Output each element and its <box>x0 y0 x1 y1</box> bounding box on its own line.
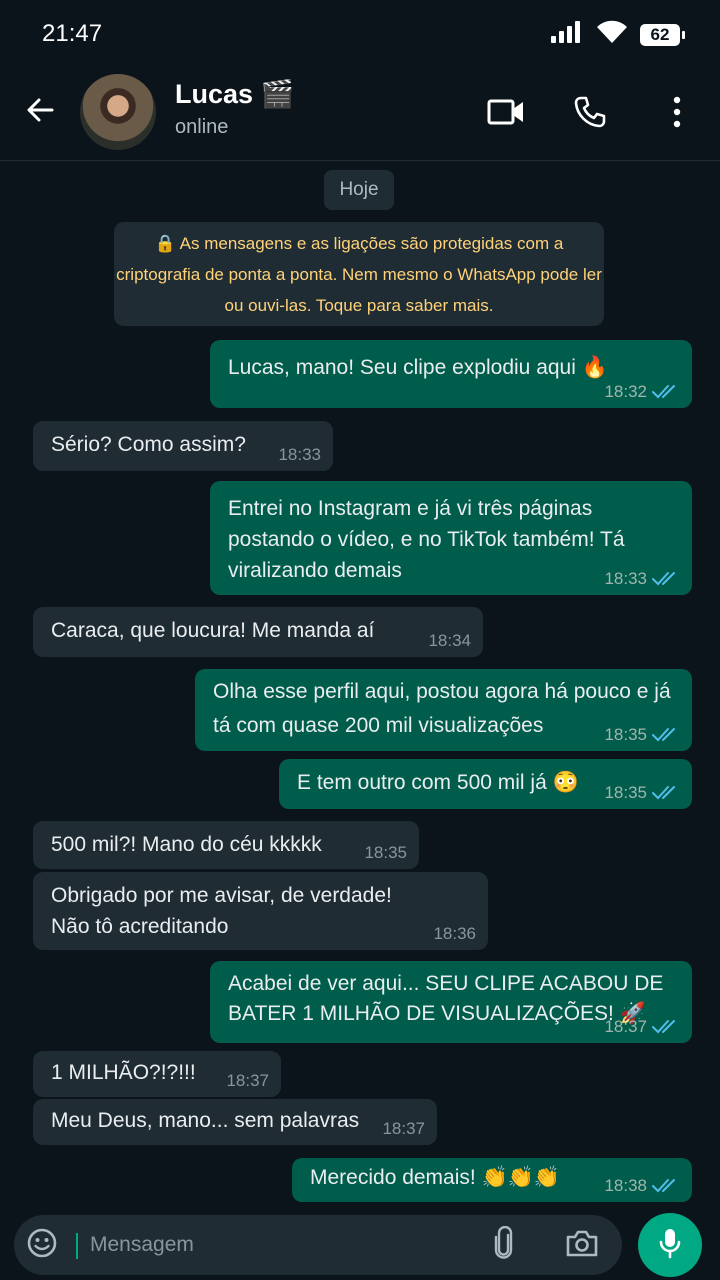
message-meta: 18:37 <box>382 1119 425 1139</box>
back-button[interactable] <box>20 92 60 132</box>
battery-indicator: 62 <box>640 23 685 46</box>
message-time: 18:35 <box>604 783 647 802</box>
message-bubble-incoming[interactable]: Meu Deus, mano... sem palavras 18:37 <box>33 1099 437 1145</box>
status-bar: 21:47 62 <box>0 0 720 68</box>
status-time: 21:47 <box>42 20 103 47</box>
phone-icon <box>573 95 607 134</box>
double-check-icon <box>652 1178 680 1194</box>
microphone-icon <box>657 1227 683 1264</box>
message-time: 18:33 <box>604 569 647 588</box>
double-check-icon <box>652 785 680 801</box>
contact-status: online <box>175 116 229 138</box>
message-time: 18:34 <box>428 631 471 650</box>
message-text: 500 mil?! Mano do céu kkkkk <box>51 833 322 856</box>
emoji-icon <box>26 1227 58 1264</box>
wifi-icon <box>596 20 628 49</box>
double-check-icon <box>652 1019 680 1035</box>
chat-header: Lucas 🎬 online <box>0 68 720 161</box>
message-meta: 18:34 <box>428 631 471 651</box>
message-meta: 18:32 <box>604 382 680 402</box>
menu-button[interactable] <box>655 92 699 136</box>
video-call-button[interactable] <box>484 92 528 136</box>
message-bubble-incoming[interactable]: 1 MILHÃO?!?!!! 18:37 <box>33 1051 281 1097</box>
status-icons: 62 <box>550 20 685 49</box>
message-meta: 18:35 <box>604 725 680 745</box>
message-text: Lucas, mano! Seu clipe explodiu aqui 🔥 <box>228 356 608 379</box>
message-bubble-incoming[interactable]: 500 mil?! Mano do céu kkkkk 18:35 <box>33 821 419 869</box>
contact-name[interactable]: Lucas 🎬 <box>175 78 294 110</box>
message-text: Olha esse perfil aqui, postou agora há p… <box>213 680 671 737</box>
avatar[interactable] <box>80 74 156 150</box>
message-placeholder: Mensagem <box>90 1233 194 1256</box>
message-time: 18:33 <box>278 445 321 464</box>
message-text: Acabei de ver aqui... SEU CLIPE ACABOU D… <box>228 972 664 1025</box>
double-check-icon <box>652 571 680 587</box>
encryption-notice[interactable]: 🔒 As mensagens e as ligações são protegi… <box>114 222 604 326</box>
message-bubble-outgoing[interactable]: Merecido demais! 👏👏👏 18:38 <box>292 1158 692 1202</box>
message-text: Obrigado por me avisar, de verdade! Não … <box>51 884 392 938</box>
message-bubble-outgoing[interactable]: Entrei no Instagram e já vi três páginas… <box>210 481 692 595</box>
message-time: 18:35 <box>604 725 647 744</box>
message-bubble-outgoing[interactable]: E tem outro com 500 mil já 😳 18:35 <box>279 759 692 809</box>
text-caret <box>76 1233 78 1259</box>
message-text: Sério? Como assim? <box>51 433 246 456</box>
message-text: Merecido demais! 👏👏👏 <box>310 1166 561 1189</box>
message-text: Meu Deus, mano... sem palavras <box>51 1109 360 1132</box>
message-time: 18:38 <box>604 1176 647 1195</box>
message-input[interactable]: Mensagem <box>14 1215 622 1275</box>
more-vertical-icon <box>672 96 682 133</box>
message-meta: 18:37 <box>604 1017 680 1037</box>
message-meta: 18:38 <box>604 1176 680 1196</box>
message-meta: 18:33 <box>604 569 680 589</box>
message-bubble-outgoing[interactable]: Olha esse perfil aqui, postou agora há p… <box>195 669 692 751</box>
message-text: 1 MILHÃO?!?!!! <box>51 1061 196 1084</box>
message-meta: 18:36 <box>433 924 476 944</box>
double-check-icon <box>652 727 680 743</box>
voice-call-button[interactable] <box>568 92 612 136</box>
message-composer: Mensagem <box>0 1211 720 1280</box>
message-time: 18:32 <box>604 382 647 401</box>
signal-icon <box>550 20 584 49</box>
message-time: 18:36 <box>433 924 476 943</box>
message-meta: 18:37 <box>226 1071 269 1091</box>
message-bubble-outgoing[interactable]: Lucas, mano! Seu clipe explodiu aqui 🔥 1… <box>210 340 692 408</box>
double-check-icon <box>652 384 680 400</box>
message-bubble-incoming[interactable]: Obrigado por me avisar, de verdade! Não … <box>33 872 488 950</box>
message-text: E tem outro com 500 mil já 😳 <box>297 771 579 794</box>
message-time: 18:37 <box>226 1071 269 1090</box>
paperclip-icon <box>493 1225 515 1265</box>
message-time: 18:35 <box>364 843 407 862</box>
message-text: Entrei no Instagram e já vi três páginas… <box>228 497 625 582</box>
message-text: Caraca, que loucura! Me manda aí <box>51 619 375 642</box>
video-camera-icon <box>487 97 525 132</box>
message-bubble-outgoing[interactable]: Acabei de ver aqui... SEU CLIPE ACABOU D… <box>210 961 692 1043</box>
message-time: 18:37 <box>604 1017 647 1036</box>
message-meta: 18:33 <box>278 445 321 465</box>
arrow-left-icon <box>25 95 55 130</box>
day-chip: Hoje <box>324 170 394 210</box>
message-bubble-incoming[interactable]: Sério? Como assim? 18:33 <box>33 421 333 471</box>
chat-area[interactable]: Hoje 🔒 As mensagens e as ligações são pr… <box>0 161 720 1211</box>
message-bubble-incoming[interactable]: Caraca, que loucura! Me manda aí 18:34 <box>33 607 483 657</box>
attach-button[interactable] <box>486 1225 522 1265</box>
message-meta: 18:35 <box>604 783 680 803</box>
camera-button[interactable] <box>564 1227 600 1263</box>
voice-message-button[interactable] <box>638 1213 702 1277</box>
message-time: 18:37 <box>382 1119 425 1138</box>
message-meta: 18:35 <box>364 843 407 863</box>
emoji-button[interactable] <box>24 1227 60 1263</box>
camera-icon <box>565 1228 599 1263</box>
